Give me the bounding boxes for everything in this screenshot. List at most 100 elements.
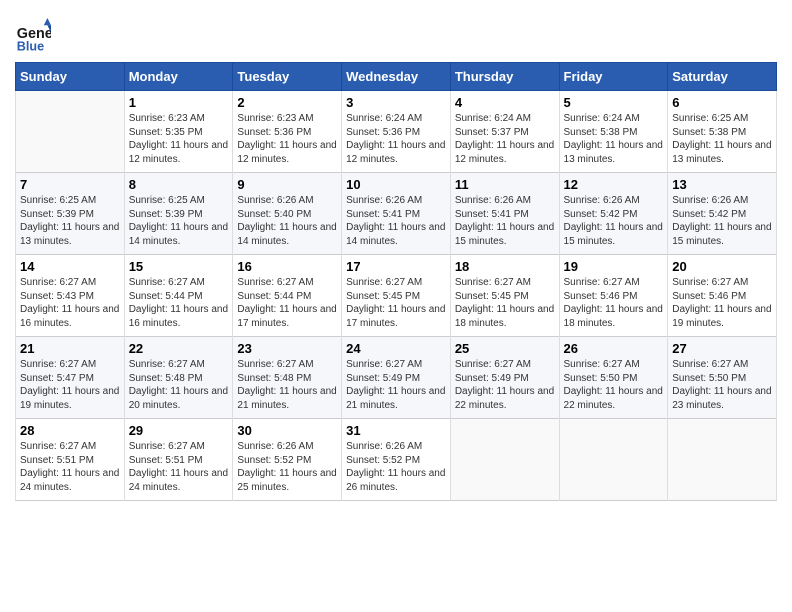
- daylight-label: Daylight: 11 hours and 21 minutes.: [346, 386, 445, 411]
- sunset-label: Sunset: 5:45 PM: [346, 291, 420, 302]
- calendar-cell: 4Sunrise: 6:24 AMSunset: 5:37 PMDaylight…: [450, 91, 559, 173]
- calendar-cell: 12Sunrise: 6:26 AMSunset: 5:42 PMDayligh…: [559, 173, 668, 255]
- daylight-label: Daylight: 11 hours and 20 minutes.: [129, 386, 228, 411]
- daylight-label: Daylight: 11 hours and 12 minutes.: [129, 140, 228, 165]
- calendar-cell: 7Sunrise: 6:25 AMSunset: 5:39 PMDaylight…: [16, 173, 125, 255]
- calendar-cell: 14 Sunrise: 6:27 AM Sunset: 5:43 PM Dayligh…: [16, 255, 125, 337]
- sunset-label: Sunset: 5:39 PM: [20, 209, 94, 220]
- sunset-label: Sunset: 5:50 PM: [672, 373, 746, 384]
- sunset-label: Sunset: 5:43 PM: [20, 291, 94, 302]
- sunrise-label: Sunrise: 6:26 AM: [346, 441, 422, 452]
- sunset-label: Sunset: 5:51 PM: [20, 455, 94, 466]
- sunset-label: Sunset: 5:46 PM: [564, 291, 638, 302]
- calendar-cell: 16 Sunrise: 6:27 AMSunset: 5:44 PMDayligh…: [233, 255, 342, 337]
- daylight-label: Daylight: 11 hours and 16 minutes.: [20, 304, 119, 329]
- day-info: Sunrise: 6:27 AMSunset: 5:49 PMDaylight:…: [346, 358, 446, 412]
- sunset-label: Sunset: 5:40 PM: [237, 209, 311, 220]
- sunrise-label: Sunrise: 6:27 AM: [237, 359, 313, 370]
- sunrise-label: Sunrise: 6:27 AM: [455, 277, 531, 288]
- sunset-label: Sunset: 5:42 PM: [564, 209, 638, 220]
- day-number: 14: [20, 259, 120, 274]
- calendar-cell: 5 Sunrise: 6:24 AMSunset: 5:38 PMDaylight…: [559, 91, 668, 173]
- calendar-week-row: 21Sunrise: 6:27 AMSunset: 5:47 PMDayligh…: [16, 337, 777, 419]
- sunset-label: Sunset: 5:35 PM: [129, 127, 203, 138]
- day-number: 22: [129, 341, 229, 356]
- day-number: 15: [129, 259, 229, 274]
- logo-icon: General Blue: [15, 18, 51, 54]
- sunrise-label: Sunrise: 6:26 AM: [346, 195, 422, 206]
- daylight-label: Daylight: 11 hours and 12 minutes.: [346, 140, 445, 165]
- sunset-label: Sunset: 5:44 PM: [129, 291, 203, 302]
- sunset-label: Sunset: 5:52 PM: [237, 455, 311, 466]
- sunrise-label: Sunrise: 6:27 AM: [346, 277, 422, 288]
- day-info: Sunrise: 6:27 AMSunset: 5:45 PMDaylight:…: [346, 276, 446, 330]
- day-info: Sunrise: 6:27 AMSunset: 5:44 PMDaylight:…: [129, 276, 229, 330]
- day-info: Sunrise: 6:27 AMSunset: 5:50 PMDaylight:…: [564, 358, 664, 412]
- calendar-cell: 3Sunrise: 6:24 AMSunset: 5:36 PMDaylight…: [342, 91, 451, 173]
- daylight-label: Daylight: 11 hours and 24 minutes.: [20, 468, 119, 493]
- calendar-cell: 23Sunrise: 6:27 AMSunset: 5:48 PMDayligh…: [233, 337, 342, 419]
- sunrise-label: Sunrise: 6:27 AM: [564, 277, 640, 288]
- calendar-cell: 18 Sunrise: 6:27 AMSunset: 5:45 PMDayligh…: [450, 255, 559, 337]
- daylight-label: Daylight: 11 hours and 19 minutes.: [672, 304, 771, 329]
- day-info: Sunrise: 6:26 AMSunset: 5:42 PMDaylight:…: [564, 194, 664, 248]
- daylight-label: Daylight: 11 hours and 15 minutes.: [455, 222, 554, 247]
- calendar-header-row: SundayMondayTuesdayWednesdayThursdayFrid…: [16, 63, 777, 91]
- sunrise-label: Sunrise: 6:27 AM: [20, 277, 96, 288]
- day-info: Sunrise: 6:25 AMSunset: 5:38 PMDaylight:…: [672, 112, 772, 166]
- day-number: 23: [237, 341, 337, 356]
- sunrise-label: Sunrise: 6:26 AM: [237, 441, 313, 452]
- calendar-cell: 1Sunrise: 6:23 AMSunset: 5:35 PMDaylight…: [124, 91, 233, 173]
- day-info: Sunrise: 6:27 AMSunset: 5:49 PMDaylight:…: [455, 358, 555, 412]
- sunset-label: Sunset: 5:48 PM: [129, 373, 203, 384]
- day-info: Sunrise: 6:23 AMSunset: 5:35 PMDaylight:…: [129, 112, 229, 166]
- day-info: Sunrise: 6:27 AMSunset: 5:44 PMDaylight:…: [237, 276, 337, 330]
- header-day-monday: Monday: [124, 63, 233, 91]
- sunset-label: Sunset: 5:49 PM: [346, 373, 420, 384]
- calendar-cell: 6Sunrise: 6:25 AMSunset: 5:38 PMDaylight…: [668, 91, 777, 173]
- sunset-label: Sunset: 5:48 PM: [237, 373, 311, 384]
- sunset-label: Sunset: 5:51 PM: [129, 455, 203, 466]
- day-info: Sunrise: 6:26 AMSunset: 5:41 PMDaylight:…: [346, 194, 446, 248]
- daylight-label: Daylight: 11 hours and 14 minutes.: [237, 222, 336, 247]
- day-number: 18: [455, 259, 555, 274]
- calendar-cell: 24Sunrise: 6:27 AMSunset: 5:49 PMDayligh…: [342, 337, 451, 419]
- sunrise-label: Sunrise: 6:23 AM: [237, 113, 313, 124]
- sunset-label: Sunset: 5:38 PM: [672, 127, 746, 138]
- header-day-friday: Friday: [559, 63, 668, 91]
- sunrise-label: Sunrise: 6:24 AM: [564, 113, 640, 124]
- day-info: Sunrise: 6:24 AMSunset: 5:36 PMDaylight:…: [346, 112, 446, 166]
- calendar-cell: 13Sunrise: 6:26 AMSunset: 5:42 PMDayligh…: [668, 173, 777, 255]
- day-number: 5: [564, 95, 664, 110]
- calendar-cell: 8Sunrise: 6:25 AMSunset: 5:39 PMDaylight…: [124, 173, 233, 255]
- daylight-label: Daylight: 11 hours and 24 minutes.: [129, 468, 228, 493]
- daylight-label: Daylight: 11 hours and 12 minutes.: [455, 140, 554, 165]
- calendar-cell: 26 Sunrise: 6:27 AMSunset: 5:50 PMDayligh…: [559, 337, 668, 419]
- day-number: 28: [20, 423, 120, 438]
- day-number: 9: [237, 177, 337, 192]
- daylight-label: Daylight: 11 hours and 19 minutes.: [20, 386, 119, 411]
- calendar-cell: 17Sunrise: 6:27 AMSunset: 5:45 PMDayligh…: [342, 255, 451, 337]
- daylight-label: Daylight: 11 hours and 22 minutes.: [564, 386, 663, 411]
- day-info: Sunrise: 6:26 AMSunset: 5:52 PMDaylight:…: [237, 440, 337, 494]
- daylight-label: Daylight: 11 hours and 22 minutes.: [455, 386, 554, 411]
- calendar-cell: 31Sunrise: 6:26 AMSunset: 5:52 PMDayligh…: [342, 419, 451, 501]
- header-day-thursday: Thursday: [450, 63, 559, 91]
- calendar-cell: [559, 419, 668, 501]
- day-info: Sunrise: 6:27 AMSunset: 5:45 PMDaylight:…: [455, 276, 555, 330]
- sunrise-label: Sunrise: 6:26 AM: [237, 195, 313, 206]
- daylight-label: Daylight: 11 hours and 13 minutes.: [564, 140, 663, 165]
- calendar-cell: 27Sunrise: 6:27 AMSunset: 5:50 PMDayligh…: [668, 337, 777, 419]
- day-number: 21: [20, 341, 120, 356]
- sunrise-label: Sunrise: 6:27 AM: [455, 359, 531, 370]
- sunset-label: Sunset: 5:50 PM: [564, 373, 638, 384]
- sunset-label: Sunset: 5:37 PM: [455, 127, 529, 138]
- day-number: 26: [564, 341, 664, 356]
- day-number: 16: [237, 259, 337, 274]
- sunrise-label: Sunrise: 6:27 AM: [20, 441, 96, 452]
- sunrise-label: Sunrise: 6:25 AM: [129, 195, 205, 206]
- calendar-cell: 20Sunrise: 6:27 AMSunset: 5:46 PMDayligh…: [668, 255, 777, 337]
- sunset-label: Sunset: 5:36 PM: [346, 127, 420, 138]
- calendar-cell: 10Sunrise: 6:26 AMSunset: 5:41 PMDayligh…: [342, 173, 451, 255]
- day-info: Sunrise: 6:24 AMSunset: 5:38 PMDaylight:…: [564, 112, 664, 166]
